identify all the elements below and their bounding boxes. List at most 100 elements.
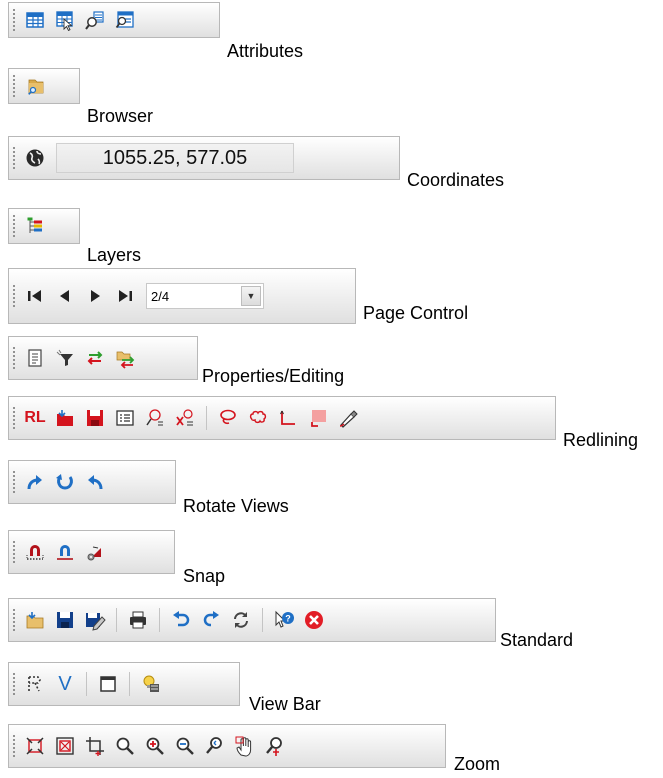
delete-redline-button[interactable]: [170, 403, 200, 433]
pan-button[interactable]: [230, 731, 260, 761]
toolbar-label: Redlining: [563, 430, 639, 450]
toolbar-grip[interactable]: [12, 74, 16, 98]
attributes-toolbar: [8, 2, 220, 38]
redline-properties-button[interactable]: [333, 403, 363, 433]
close-icon: [305, 611, 323, 629]
toolbar-grip[interactable]: [12, 346, 16, 370]
toolbar-grip[interactable]: [12, 406, 16, 430]
zoom-extents-button[interactable]: [20, 731, 50, 761]
toolbar-grip[interactable]: [12, 734, 16, 758]
toolbar-grip[interactable]: [12, 8, 16, 32]
table-icon: [26, 12, 44, 28]
toolbar-label: Page Control: [363, 303, 469, 323]
draw-cloud-button[interactable]: [243, 403, 273, 433]
swap-arrows-icon: [87, 351, 103, 365]
select-attributes-button[interactable]: [50, 5, 80, 35]
zoom-window-button[interactable]: [50, 731, 80, 761]
toolbar-grip[interactable]: [12, 608, 16, 632]
zoom-out-button[interactable]: [170, 731, 200, 761]
zoom-dynamic-button[interactable]: [260, 731, 290, 761]
toolbar-separator: [262, 608, 263, 632]
save-button[interactable]: [50, 605, 80, 635]
previous-page-button[interactable]: [50, 281, 80, 311]
query-button[interactable]: [110, 5, 140, 35]
rotate-right-button[interactable]: [20, 467, 50, 497]
highlight-button[interactable]: [136, 669, 166, 699]
toolbar-separator: [159, 608, 160, 632]
toolbar-grip[interactable]: [12, 470, 16, 494]
close-button[interactable]: [299, 605, 329, 635]
chevron-down-icon[interactable]: ▼: [241, 286, 261, 306]
globe-icon: [26, 149, 44, 167]
toolbar-label: Standard: [500, 630, 574, 650]
coordinates-readout: 1055.25, 577.05: [56, 143, 294, 173]
attribute-table-button[interactable]: [20, 5, 50, 35]
last-page-button[interactable]: [110, 281, 140, 311]
redline-button[interactable]: RL: [20, 403, 50, 433]
open-button[interactable]: [20, 605, 50, 635]
browser-button[interactable]: [20, 71, 50, 101]
browser-toolbar: [8, 68, 80, 104]
crop-icon: [86, 737, 104, 756]
list-icon: [116, 410, 134, 426]
refresh-button[interactable]: [226, 605, 256, 635]
coordinates-toolbar: 1055.25, 577.05: [8, 136, 400, 180]
properties-button[interactable]: [20, 343, 50, 373]
zoom-out-icon: [176, 737, 194, 755]
toolbar-grip[interactable]: [12, 672, 16, 696]
layers-button[interactable]: [20, 211, 50, 241]
crop-button[interactable]: [80, 731, 110, 761]
page-select[interactable]: 2/4 ▼: [146, 283, 264, 309]
edit-transfer-button[interactable]: [110, 343, 140, 373]
table-select-icon: [56, 11, 73, 31]
switch-edit-button[interactable]: [80, 343, 110, 373]
toolbar-grip[interactable]: [12, 284, 16, 308]
help-button[interactable]: ?: [269, 605, 299, 635]
find-feature-button[interactable]: [80, 5, 110, 35]
draw-polygon-button[interactable]: [213, 403, 243, 433]
snap-endpoint-button[interactable]: [20, 537, 50, 567]
rotate-reset-button[interactable]: [50, 467, 80, 497]
vector-button[interactable]: V: [50, 669, 80, 699]
draw-note-button[interactable]: [303, 403, 333, 433]
zoom-window-icon: [56, 737, 74, 755]
zoom-in-button[interactable]: [140, 731, 170, 761]
zoom-button[interactable]: [110, 731, 140, 761]
draw-leader-button[interactable]: [273, 403, 303, 433]
snap-edge-button[interactable]: [50, 537, 80, 567]
zoom-dynamic-icon: [266, 737, 282, 756]
toolbar-grip[interactable]: [12, 146, 16, 170]
save-as-button[interactable]: [80, 605, 110, 635]
previous-icon: [60, 290, 69, 302]
window-button[interactable]: [93, 669, 123, 699]
save-redline-button[interactable]: [80, 403, 110, 433]
save-icon: [57, 612, 73, 628]
open-redline-button[interactable]: [50, 403, 80, 433]
next-icon: [91, 290, 100, 302]
rotate-left-button[interactable]: [80, 467, 110, 497]
filter-button[interactable]: [50, 343, 80, 373]
redo-button[interactable]: [196, 605, 226, 635]
toolbar-label: Snap: [183, 566, 226, 586]
next-page-button[interactable]: [80, 281, 110, 311]
refresh-icon: [234, 612, 248, 628]
redline-list-button[interactable]: [110, 403, 140, 433]
select-redline-icon: [146, 409, 163, 426]
toolbar-separator: [116, 608, 117, 632]
undo-button[interactable]: [166, 605, 196, 635]
select-redline-button[interactable]: [140, 403, 170, 433]
zoom-toolbar: [8, 724, 446, 768]
properties-editing-toolbar: [8, 336, 198, 380]
window-icon: [100, 676, 116, 692]
toolbar-grip[interactable]: [12, 540, 16, 564]
first-page-button[interactable]: [20, 281, 50, 311]
zoom-previous-button[interactable]: [200, 731, 230, 761]
toolbar-grip[interactable]: [12, 214, 16, 238]
print-button[interactable]: [123, 605, 153, 635]
snap-settings-button[interactable]: [80, 537, 110, 567]
coordinate-system-button[interactable]: [20, 143, 50, 173]
delete-redline-icon: [176, 409, 193, 426]
pan-hand-icon: [235, 736, 252, 757]
select-region-button[interactable]: [20, 669, 50, 699]
layers-toolbar: [8, 208, 80, 244]
